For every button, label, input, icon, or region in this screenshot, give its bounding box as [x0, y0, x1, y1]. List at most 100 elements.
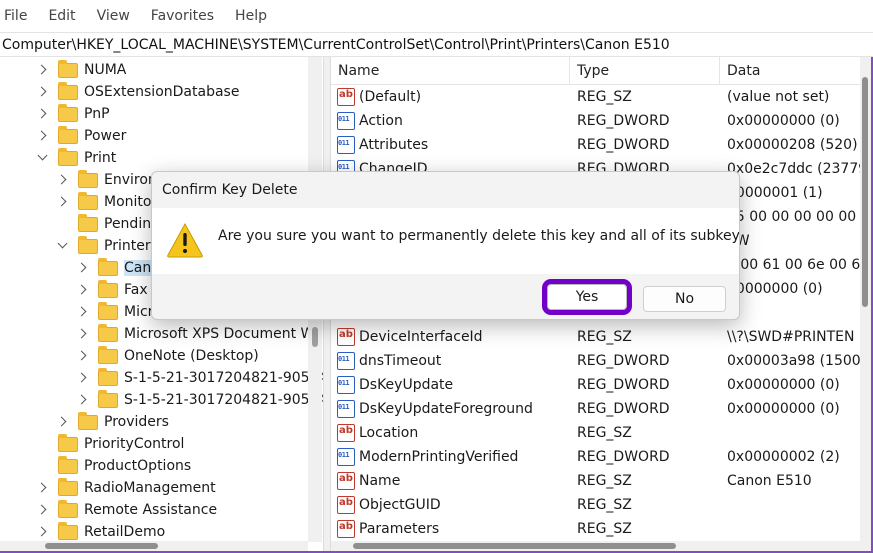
dialog-body: Are you sure you want to permanently del…	[152, 208, 739, 274]
folder-icon	[58, 147, 78, 166]
tree-item[interactable]: Printers	[56, 235, 158, 257]
tree-item[interactable]: Providers	[56, 411, 169, 433]
tree-item[interactable]: RetailDemo	[36, 521, 165, 543]
value-row[interactable]: Action REG_DWORD 0x00000000 (0)	[331, 109, 871, 133]
tree-item-label: Power	[84, 128, 127, 144]
dword-value-icon	[337, 352, 355, 370]
menu-bar: File Edit View Favorites Help	[0, 0, 873, 32]
folder-icon	[98, 301, 118, 320]
folder-icon	[98, 257, 118, 276]
yes-button[interactable]: Yes	[542, 279, 632, 315]
chevron-down-icon[interactable]	[56, 240, 68, 252]
chevron-right-icon[interactable]	[76, 262, 88, 274]
chevron-right-icon[interactable]	[56, 416, 68, 428]
value-name-cell: Action	[337, 109, 570, 133]
dialog-title: Confirm Key Delete	[162, 182, 298, 198]
chevron-right-icon[interactable]	[36, 526, 48, 538]
value-row[interactable]: DsKeyUpdateForeground REG_DWORD 0x00000000…	[331, 397, 871, 421]
value-name: ObjectGUID	[359, 497, 441, 513]
value-row[interactable]: DeviceInterfaceId REG_SZ \\?\SWD#PRINTEN	[331, 325, 871, 349]
menu-favorites[interactable]: Favorites	[151, 8, 214, 24]
chevron-right-icon[interactable]	[36, 482, 48, 494]
values-vertical-scroll-thumb[interactable]	[862, 77, 868, 307]
tree-horizontal-scrollbar[interactable]	[0, 541, 308, 551]
chevron-right-icon[interactable]	[36, 130, 48, 142]
chevron-right-icon[interactable]	[76, 372, 88, 384]
value-row[interactable]: (Default) REG_SZ (value not set)	[331, 85, 871, 109]
tree-item-label: Remote Assistance	[84, 502, 218, 518]
value-row[interactable]: ObjectGUID REG_SZ	[331, 493, 871, 517]
value-row[interactable]: Name REG_SZ Canon E510	[331, 469, 871, 493]
tree-item[interactable]: Remote Assistance	[36, 499, 217, 521]
dialog-footer: Yes No	[152, 274, 739, 319]
tree-item-label: PnP	[84, 106, 110, 122]
values-vertical-scrollbar[interactable]	[860, 57, 871, 551]
value-row[interactable]: ModernPrintingVerified REG_DWORD 0x0000000…	[331, 445, 871, 469]
chevron-down-icon[interactable]	[36, 152, 48, 164]
tree-item-label: S-1-5-21-3017204821-90544	[124, 370, 323, 386]
address-bar[interactable]: Computer\HKEY_LOCAL_MACHINE\SYSTEM\Curre…	[0, 32, 873, 57]
value-row[interactable]: Location REG_SZ	[331, 421, 871, 445]
menu-help[interactable]: Help	[235, 8, 267, 24]
tree-item[interactable]: RadioManagement	[36, 477, 216, 499]
value-row[interactable]: dnsTimeout REG_DWORD 0x00003a98 (15000	[331, 349, 871, 373]
tree-item[interactable]: Fax	[76, 279, 148, 301]
value-name: dnsTimeout	[359, 353, 442, 369]
values-list-header: Name Type Data	[331, 57, 871, 85]
tree-item[interactable]: OSExtensionDatabase	[36, 81, 239, 103]
dword-value-icon	[337, 112, 355, 130]
tree-horizontal-scroll-thumb[interactable]	[45, 543, 158, 549]
chevron-right-icon[interactable]	[56, 174, 68, 186]
chevron-right-icon[interactable]	[36, 86, 48, 98]
column-header-type[interactable]: Type	[570, 57, 720, 85]
dword-value-icon	[337, 448, 355, 466]
value-data: (value not set)	[727, 89, 830, 105]
tree-item[interactable]: ProductOptions	[36, 455, 191, 477]
tree-item[interactable]: S-1-5-21-3017204821-90544	[76, 367, 323, 389]
tree-item-label: RetailDemo	[84, 524, 166, 540]
tree-item[interactable]: PnP	[36, 103, 110, 125]
chevron-right-icon[interactable]	[76, 394, 88, 406]
tree-item[interactable]: NUMA	[36, 59, 126, 81]
value-data: 0x00000000 (0)	[727, 377, 840, 393]
menu-view[interactable]: View	[97, 8, 130, 24]
tree-item[interactable]: S-1-5-21-3017204821-90544	[76, 389, 323, 411]
chevron-right-icon[interactable]	[76, 306, 88, 318]
chevron-right-icon[interactable]	[76, 284, 88, 296]
dword-value-icon	[337, 136, 355, 154]
chevron-right-icon[interactable]	[76, 350, 88, 362]
chevron-right-icon[interactable]	[56, 196, 68, 208]
tree-item[interactable]: Monitors	[56, 191, 165, 213]
value-name-cell: DsKeyUpdateForeground	[337, 397, 570, 421]
menu-edit[interactable]: Edit	[48, 8, 75, 24]
chevron-right-icon[interactable]	[36, 108, 48, 120]
tree-item[interactable]: Power	[36, 125, 126, 147]
tree-item-label: PriorityControl	[84, 436, 185, 452]
tree-vertical-scroll-thumb[interactable]	[312, 327, 318, 347]
values-horizontal-scroll-thumb[interactable]	[353, 543, 676, 549]
values-horizontal-scrollbar[interactable]	[331, 541, 860, 551]
tree-item[interactable]: Print	[36, 147, 116, 169]
chevron-right-icon[interactable]	[36, 504, 48, 516]
folder-icon	[78, 169, 98, 188]
column-header-data[interactable]: Data	[720, 57, 871, 85]
no-button[interactable]: No	[643, 286, 726, 312]
tree-item[interactable]: OneNote (Desktop)	[76, 345, 259, 367]
value-row[interactable]: Parameters REG_SZ	[331, 517, 871, 541]
menu-file[interactable]: File	[4, 8, 27, 24]
value-type: REG_DWORD	[577, 401, 670, 417]
tree-item[interactable]: Micro	[76, 301, 162, 323]
chevron-right-icon[interactable]	[36, 64, 48, 76]
value-row[interactable]: DsKeyUpdate REG_DWORD 0x00000000 (0)	[331, 373, 871, 397]
folder-icon	[58, 103, 78, 122]
value-name: (Default)	[359, 89, 422, 105]
tree-item[interactable]: PriorityControl	[36, 433, 184, 455]
tree-item[interactable]: Microsoft XPS Document Wr	[76, 323, 319, 345]
value-data: 00000000 (0)	[727, 281, 823, 297]
value-name-cell: ModernPrintingVerified	[337, 445, 570, 469]
value-row[interactable]: Attributes REG_DWORD 0x00000208 (520)	[331, 133, 871, 157]
folder-icon	[58, 521, 78, 540]
column-header-name[interactable]: Name	[331, 57, 570, 85]
chevron-right-icon[interactable]	[76, 328, 88, 340]
tree-item-label: OneNote (Desktop)	[124, 348, 259, 364]
